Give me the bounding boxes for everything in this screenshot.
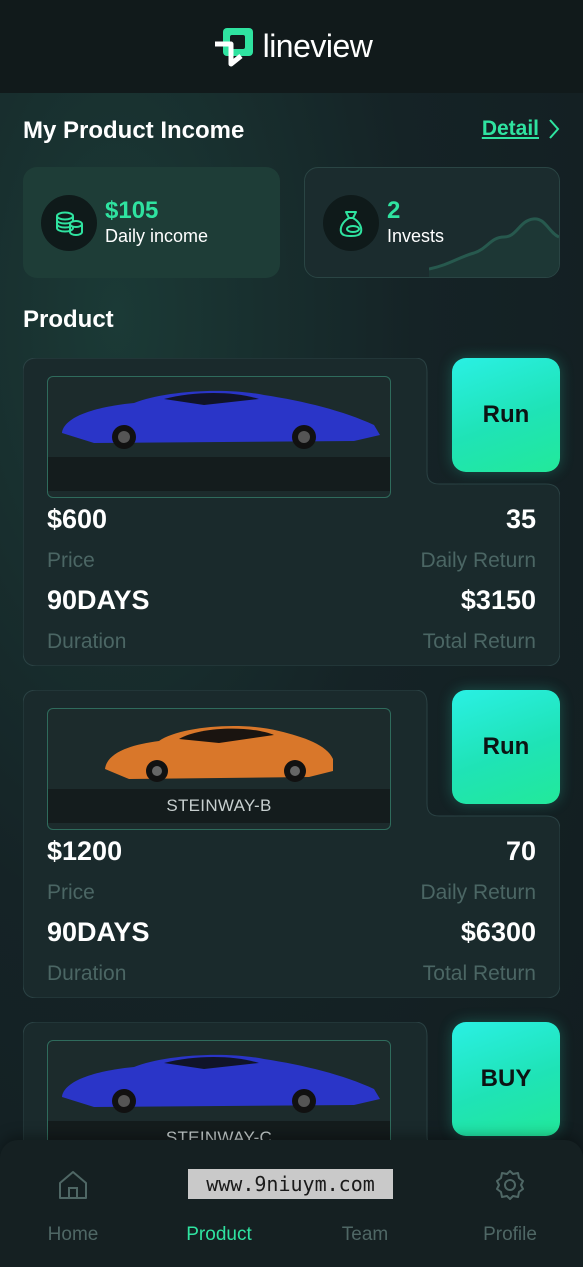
daily-income-label: Daily income (105, 226, 209, 247)
duration-value: 90DAYS (47, 917, 150, 947)
product-name: STEINWAY-B (48, 789, 390, 823)
nav-item-profile[interactable]: Profile (437, 1140, 583, 1267)
price-value: $1200 (47, 836, 123, 866)
nav-label-profile: Profile (483, 1224, 537, 1245)
car-image (105, 726, 333, 782)
app-screen: lineview My Product Income Detail $105 D… (0, 0, 583, 1267)
duration-metric: 90DAYS Duration (47, 585, 150, 654)
total-return-label: Total Return (422, 630, 536, 653)
nav-label-product: Product (186, 1224, 252, 1245)
product-name (48, 457, 390, 491)
watermark-overlay: www.9niuym.com (188, 1169, 393, 1199)
total-return-value: $6300 (460, 917, 536, 947)
daily-return-metric: 70 Daily Return (420, 836, 536, 905)
duration-label: Duration (47, 630, 127, 653)
total-return-metric: $6300 Total Return (423, 917, 536, 986)
product-card: Run $600 Price 35 Daily Return 90DAYS Du… (23, 358, 560, 666)
price-label: Price (47, 549, 95, 572)
daily-return-metric: 35 Daily Return (420, 504, 536, 573)
run-button[interactable]: Run (452, 690, 560, 804)
product-card: STEINWAY-B Run $1200 Price 70 Daily Retu… (23, 690, 560, 998)
coins-icon (41, 194, 97, 251)
income-title: My Product Income (23, 117, 245, 144)
price-label: Price (47, 881, 95, 904)
daily-return-value: 70 (505, 836, 536, 866)
buy-button[interactable]: BUY (452, 1022, 560, 1136)
total-return-metric: $3150 Total Return (423, 585, 536, 654)
money-bag-icon (323, 194, 379, 251)
total-return-value: $3150 (460, 585, 536, 615)
gear-icon (496, 1170, 524, 1200)
run-button[interactable]: Run (452, 358, 560, 472)
price-value: $600 (47, 504, 108, 534)
daily-return-label: Daily Return (420, 881, 536, 904)
nav-item-product[interactable]: Product (146, 1140, 292, 1267)
car-image (62, 1054, 380, 1113)
daily-income-value: $105 (105, 196, 159, 224)
duration-label: Duration (47, 962, 127, 985)
product-image (47, 376, 391, 498)
invests-card: 2 Invests (304, 167, 560, 278)
detail-link[interactable]: Detail (482, 117, 561, 141)
chevron-right-icon (549, 119, 560, 139)
nav-item-team[interactable]: Team (292, 1140, 438, 1267)
brand-name: lineview (262, 28, 373, 64)
nav-label-team: Team (341, 1224, 389, 1245)
detail-label: Detail (481, 117, 539, 140)
app-header: lineview (0, 0, 583, 93)
total-return-label: Total Return (422, 962, 536, 985)
car-image (62, 390, 380, 449)
duration-value: 90DAYS (47, 585, 150, 615)
daily-return-value: 35 (505, 504, 536, 534)
product-section-title: Product (23, 306, 114, 333)
price-metric: $600 Price (47, 504, 107, 573)
home-icon (59, 1171, 87, 1199)
price-metric: $1200 Price (47, 836, 122, 905)
product-image: STEINWAY-B (47, 708, 391, 830)
daily-income-card: $105 Daily income (23, 167, 280, 278)
daily-return-label: Daily Return (420, 549, 536, 572)
nav-item-home[interactable]: Home (0, 1140, 146, 1267)
sparkline-decoration (429, 217, 559, 277)
duration-metric: 90DAYS Duration (47, 917, 150, 986)
bottom-navigation: Home Product Team Profile (0, 1140, 583, 1267)
brand-logo: lineview (211, 24, 373, 70)
lineview-logo-icon (214, 27, 253, 66)
nav-label-home: Home (47, 1224, 99, 1245)
